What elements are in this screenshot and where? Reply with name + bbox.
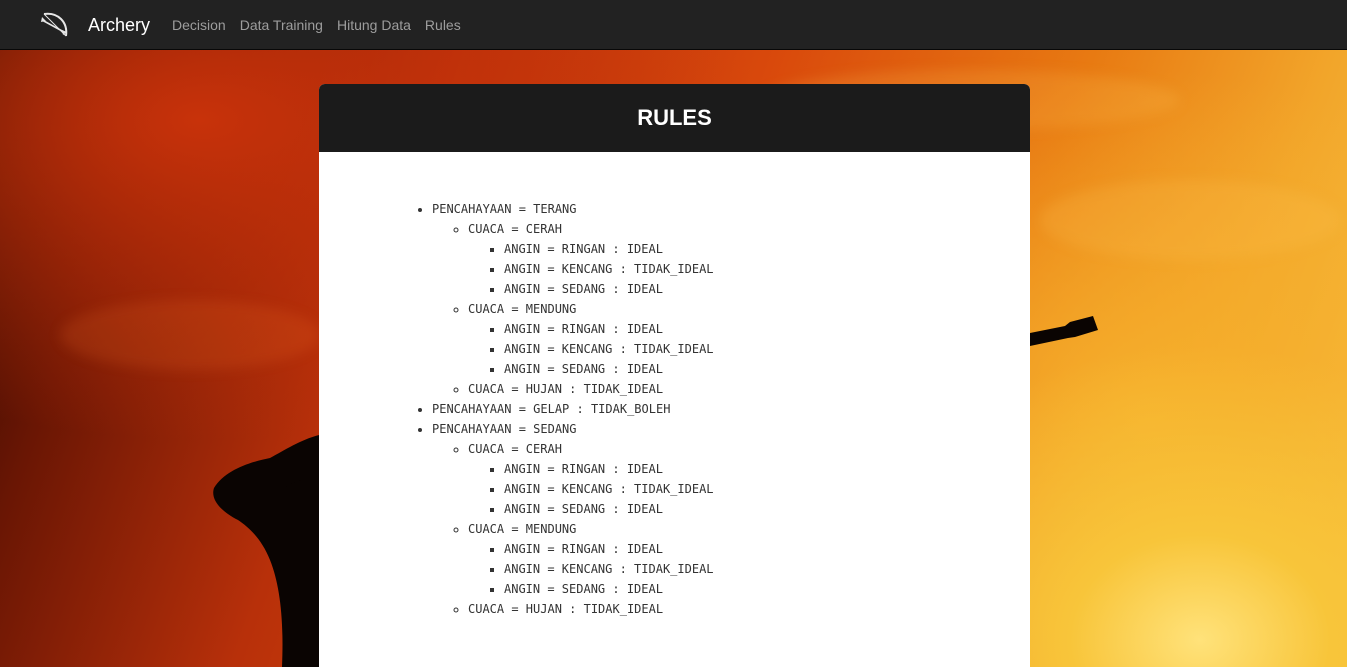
- rules-list: PENCAHAYAAN = TERANG CUACA = CERAH ANGIN…: [319, 199, 1030, 619]
- rules-tree: PENCAHAYAAN = TERANG CUACA = CERAH ANGIN…: [319, 199, 1030, 619]
- rule-item: ANGIN = SEDANG : IDEAL: [504, 499, 1030, 519]
- nav-link-hitung-data[interactable]: Hitung Data: [330, 15, 418, 35]
- bow-and-arrow-icon[interactable]: [40, 10, 72, 40]
- rule-sublist: ANGIN = RINGAN : IDEAL ANGIN = KENCANG :…: [468, 319, 1030, 379]
- brand-link[interactable]: Archery: [88, 13, 150, 37]
- rule-item: ANGIN = RINGAN : IDEAL: [504, 319, 1030, 339]
- panel-header: RULES: [319, 84, 1030, 152]
- rule-item: CUACA = CERAH ANGIN = RINGAN : IDEAL ANG…: [468, 439, 1030, 519]
- nav-link-decision[interactable]: Decision: [165, 15, 233, 35]
- rule-item: PENCAHAYAAN = GELAP : TIDAK_BOLEH: [432, 399, 1030, 419]
- rule-item: CUACA = MENDUNG ANGIN = RINGAN : IDEAL A…: [468, 299, 1030, 379]
- page-background: Archery Decision Data Training Hitung Da…: [0, 0, 1347, 667]
- rule-item: ANGIN = SEDANG : IDEAL: [504, 579, 1030, 599]
- rule-item: ANGIN = RINGAN : IDEAL: [504, 459, 1030, 479]
- nav-link-data-training[interactable]: Data Training: [233, 15, 330, 35]
- rule-item: ANGIN = SEDANG : IDEAL: [504, 279, 1030, 299]
- rule-item: PENCAHAYAAN = SEDANG CUACA = CERAH ANGIN…: [432, 419, 1030, 619]
- rule-label: CUACA = CERAH: [468, 222, 562, 236]
- rule-sublist: CUACA = CERAH ANGIN = RINGAN : IDEAL ANG…: [432, 219, 1030, 399]
- rule-item: ANGIN = RINGAN : IDEAL: [504, 239, 1030, 259]
- page-title: RULES: [637, 105, 712, 130]
- rules-panel: RULES PENCAHAYAAN = TERANG CUACA = CERAH…: [319, 84, 1030, 667]
- rule-sublist: ANGIN = RINGAN : IDEAL ANGIN = KENCANG :…: [468, 239, 1030, 299]
- rule-item: CUACA = HUJAN : TIDAK_IDEAL: [468, 599, 1030, 619]
- nav-menu: Decision Data Training Hitung Data Rules: [165, 0, 468, 50]
- rule-item: ANGIN = KENCANG : TIDAK_IDEAL: [504, 259, 1030, 279]
- rule-item: CUACA = HUJAN : TIDAK_IDEAL: [468, 379, 1030, 399]
- rule-label: PENCAHAYAAN = SEDANG: [432, 422, 577, 436]
- rule-label: PENCAHAYAAN = TERANG: [432, 202, 577, 216]
- rule-label: CUACA = MENDUNG: [468, 522, 577, 536]
- rule-sublist: ANGIN = RINGAN : IDEAL ANGIN = KENCANG :…: [468, 539, 1030, 599]
- rule-item: CUACA = CERAH ANGIN = RINGAN : IDEAL ANG…: [468, 219, 1030, 299]
- nav-link-rules[interactable]: Rules: [418, 15, 468, 35]
- rule-label: CUACA = MENDUNG: [468, 302, 577, 316]
- rule-sublist: ANGIN = RINGAN : IDEAL ANGIN = KENCANG :…: [468, 459, 1030, 519]
- rule-item: ANGIN = KENCANG : TIDAK_IDEAL: [504, 339, 1030, 359]
- rule-item: ANGIN = KENCANG : TIDAK_IDEAL: [504, 479, 1030, 499]
- rule-item: CUACA = MENDUNG ANGIN = RINGAN : IDEAL A…: [468, 519, 1030, 599]
- rule-label: CUACA = CERAH: [468, 442, 562, 456]
- rule-item: PENCAHAYAAN = TERANG CUACA = CERAH ANGIN…: [432, 199, 1030, 399]
- rule-item: ANGIN = KENCANG : TIDAK_IDEAL: [504, 559, 1030, 579]
- rule-item: ANGIN = SEDANG : IDEAL: [504, 359, 1030, 379]
- rule-item: ANGIN = RINGAN : IDEAL: [504, 539, 1030, 559]
- rule-sublist: CUACA = CERAH ANGIN = RINGAN : IDEAL ANG…: [432, 439, 1030, 619]
- navbar: Archery Decision Data Training Hitung Da…: [0, 0, 1347, 50]
